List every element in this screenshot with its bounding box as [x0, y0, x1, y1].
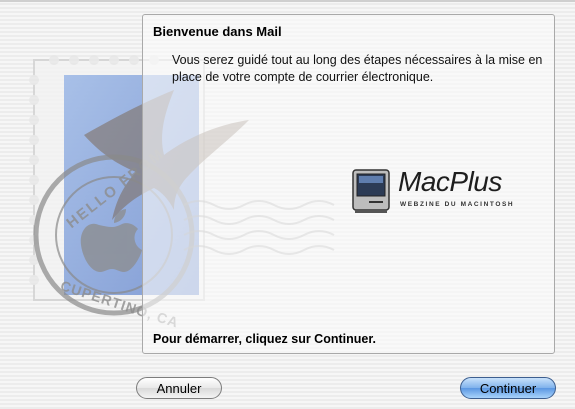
- logo-name: MacPlus: [398, 166, 502, 197]
- panel-footer-instruction: Pour démarrer, cliquez sur Continuer.: [153, 332, 376, 346]
- macplus-logo: MacPlus WEBZINE DU MACINTOSH: [349, 166, 519, 216]
- panel-title: Bienvenue dans Mail: [153, 24, 282, 39]
- welcome-panel: Bienvenue dans Mail Vous serez guidé tou…: [142, 14, 555, 354]
- cancel-button[interactable]: Annuler: [136, 377, 222, 399]
- window-top-edge: [0, 0, 575, 2]
- panel-description: Vous serez guidé tout au long des étapes…: [172, 53, 543, 84]
- macintosh-icon: [352, 169, 390, 213]
- continue-button[interactable]: Continuer: [460, 377, 556, 399]
- logo-tagline: WEBZINE DU MACINTOSH: [400, 201, 515, 208]
